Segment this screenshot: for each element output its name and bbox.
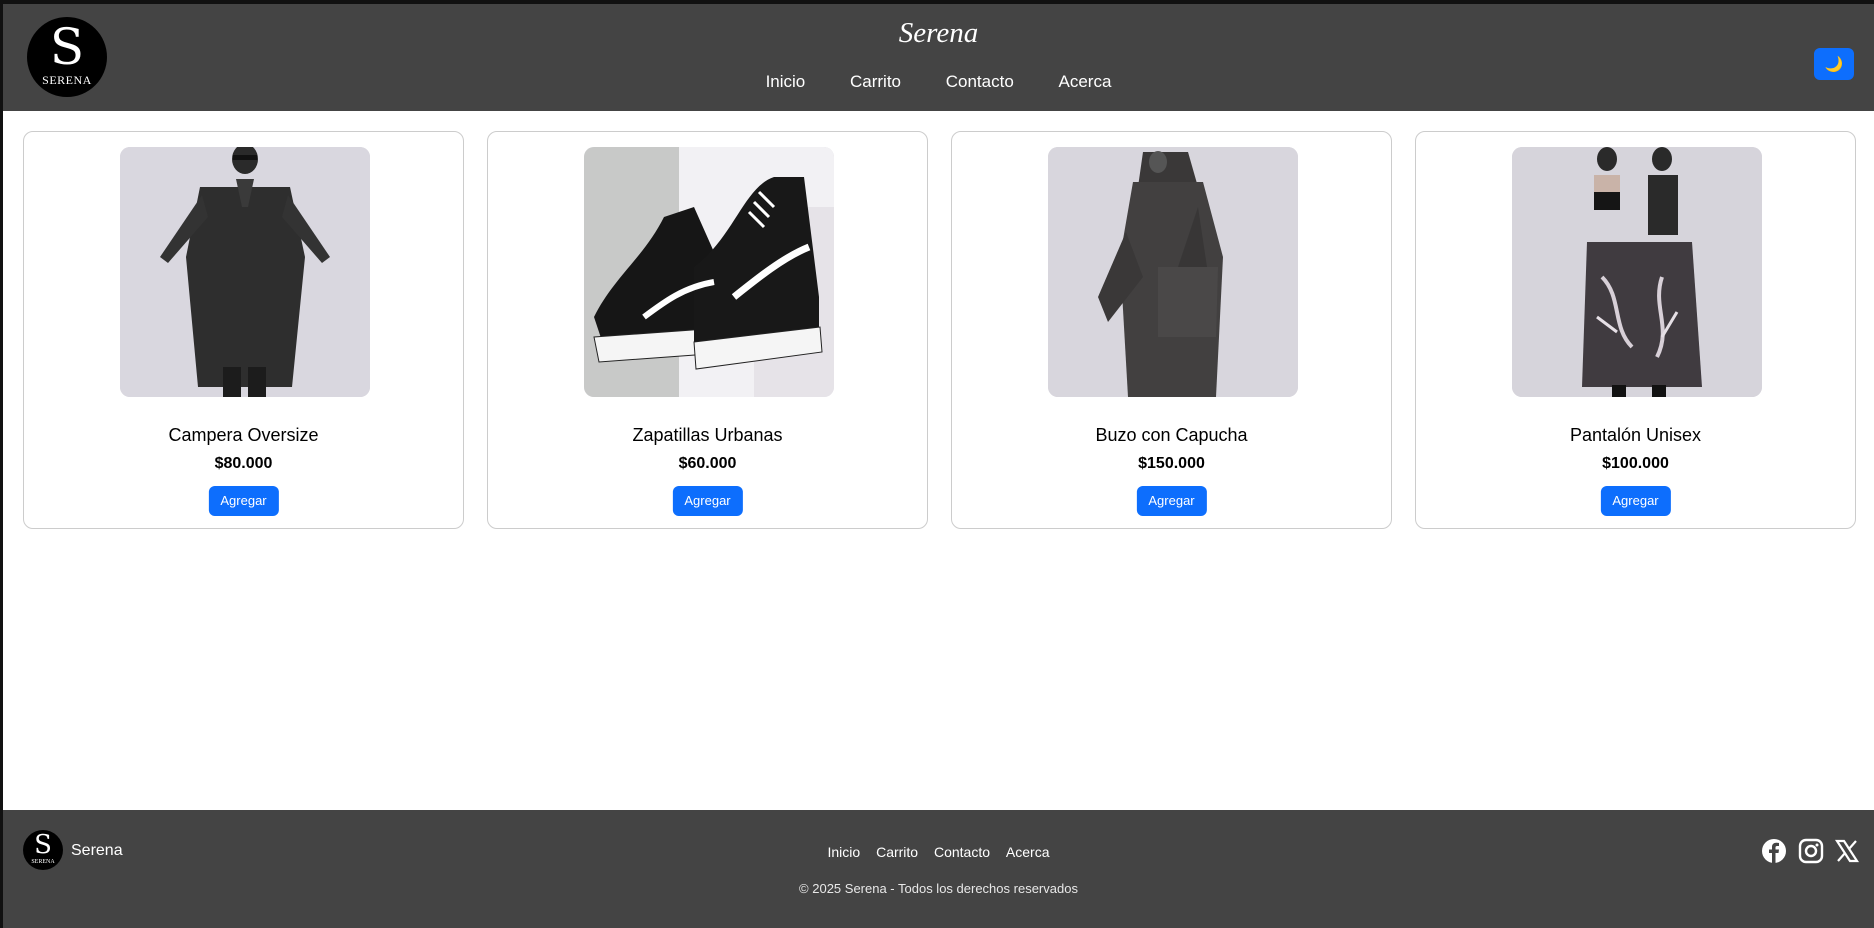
product-price: $100.000 [1602,455,1669,472]
moon-icon: 🌙 [1824,56,1844,73]
product-price: $150.000 [1138,455,1205,472]
page: S SERENA Serena Inicio Carrito Contacto … [3,4,1874,928]
nav-link-inicio[interactable]: Inicio [766,72,806,91]
product-card: Zapatillas Urbanas $60.000 Agregar [487,131,928,529]
add-to-cart-button[interactable]: Agregar [672,486,743,516]
product-card: Buzo con Capucha $150.000 Agregar [951,131,1392,529]
product-price: $80.000 [214,455,273,472]
site-title: Serena [898,17,979,49]
copyright-text: © 2025 Serena - Todos los derechos reser… [799,881,1078,896]
product-image-hoodie [1048,147,1298,397]
product-grid: Campera Oversize $80.000 Agregar Zapatil… [23,131,1860,531]
product-price: $60.000 [678,455,737,472]
product-image-pants [1512,147,1762,397]
product-image-coat [120,147,370,397]
footer-link-acerca[interactable]: Acerca [1006,844,1050,860]
product-name: Zapatillas Urbanas [632,425,783,445]
site-footer: S SERENA Serena Inicio Carrito Contacto … [3,810,1874,928]
product-image-sneakers [584,147,834,397]
instagram-icon[interactable] [1798,838,1824,864]
add-to-cart-button[interactable]: Agregar [208,486,279,516]
footer-link-inicio[interactable]: Inicio [828,844,861,860]
nav-link-acerca[interactable]: Acerca [1059,72,1112,91]
nav-link-contacto[interactable]: Contacto [946,72,1014,91]
nav-link-carrito[interactable]: Carrito [850,72,901,91]
main-nav: Inicio Carrito Contacto Acerca [3,72,1874,92]
social-links [1755,838,1860,864]
theme-toggle-button[interactable]: 🌙 [1814,48,1854,80]
footer-link-contacto[interactable]: Contacto [934,844,990,860]
footer-link-carrito[interactable]: Carrito [876,844,918,860]
site-header: S SERENA Serena Inicio Carrito Contacto … [3,4,1874,111]
add-to-cart-button[interactable]: Agregar [1600,486,1671,516]
footer-nav: Inicio Carrito Contacto Acerca [3,843,1874,861]
add-to-cart-button[interactable]: Agregar [1136,486,1207,516]
product-card: Pantalón Unisex $100.000 Agregar [1415,131,1856,529]
product-name: Buzo con Capucha [1095,425,1248,445]
product-name: Campera Oversize [168,425,319,445]
product-name: Pantalón Unisex [1569,425,1702,445]
facebook-icon[interactable] [1761,838,1787,864]
product-card: Campera Oversize $80.000 Agregar [23,131,464,529]
x-icon[interactable] [1834,838,1860,864]
